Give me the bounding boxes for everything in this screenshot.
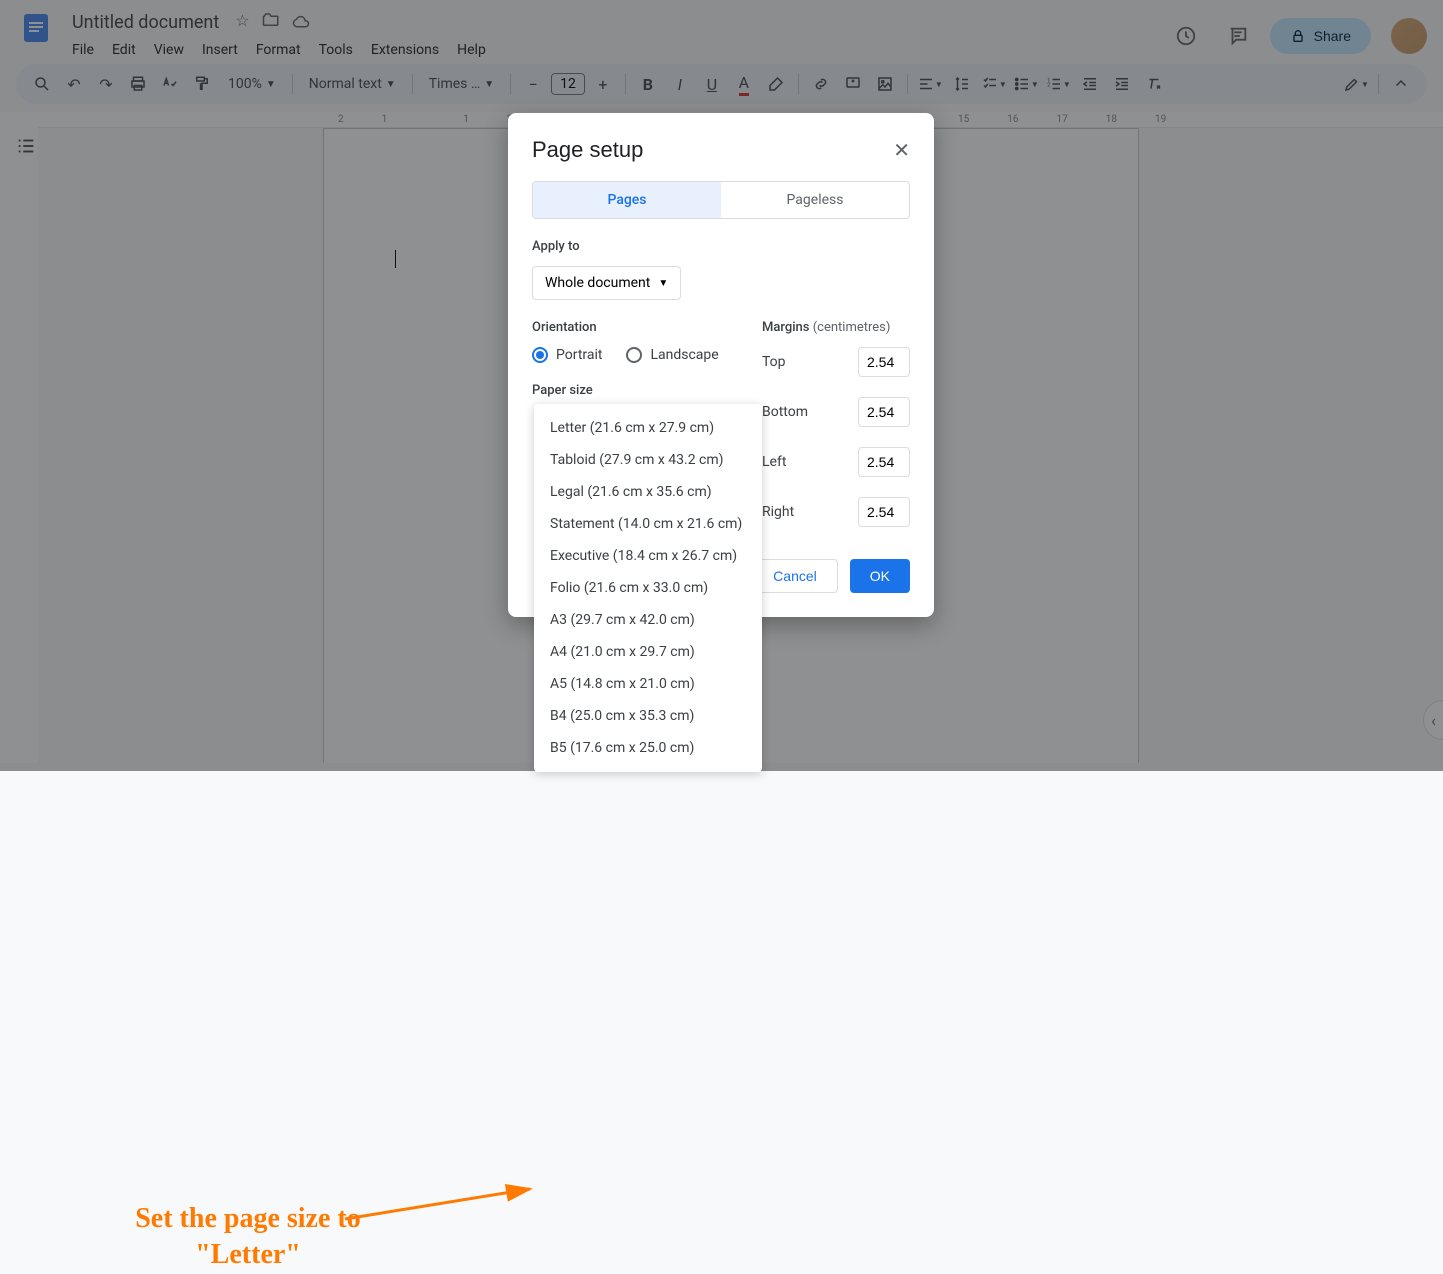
paper-size-dropdown: Letter (21.6 cm x 27.9 cm) Tabloid (27.9… [534, 404, 762, 772]
paper-size-option-executive[interactable]: Executive (18.4 cm x 26.7 cm) [534, 540, 762, 572]
margin-bottom-input[interactable] [858, 397, 910, 427]
paper-size-option-letter[interactable]: Letter (21.6 cm x 27.9 cm) [534, 412, 762, 444]
margin-right-label: Right [762, 504, 794, 520]
paper-size-option-folio[interactable]: Folio (21.6 cm x 33.0 cm) [534, 572, 762, 604]
paper-size-option-legal[interactable]: Legal (21.6 cm x 35.6 cm) [534, 476, 762, 508]
paper-size-option-a5[interactable]: A5 (14.8 cm x 21.0 cm) [534, 668, 762, 700]
margin-top-input[interactable] [858, 347, 910, 377]
dialog-tabs: Pages Pageless [532, 181, 910, 219]
orientation-label: Orientation [532, 320, 722, 335]
annotation-arrow-icon [340, 1181, 540, 1231]
radio-icon [532, 347, 548, 363]
margin-left-input[interactable] [858, 447, 910, 477]
paper-size-option-b4[interactable]: B4 (25.0 cm x 35.3 cm) [534, 700, 762, 732]
paper-size-label: Paper size [532, 383, 722, 398]
ok-button[interactable]: OK [850, 559, 910, 593]
paper-size-option-a4[interactable]: A4 (21.0 cm x 29.7 cm) [534, 636, 762, 668]
margin-bottom-label: Bottom [762, 404, 808, 420]
paper-size-option-statement[interactable]: Statement (14.0 cm x 21.6 cm) [534, 508, 762, 540]
apply-to-label: Apply to [532, 239, 910, 254]
radio-icon [626, 347, 642, 363]
tab-pageless[interactable]: Pageless [721, 182, 909, 218]
radio-portrait[interactable]: Portrait [532, 347, 602, 363]
cancel-button[interactable]: Cancel [752, 559, 838, 593]
chevron-down-icon: ▼ [658, 278, 668, 289]
dialog-title: Page setup [532, 137, 643, 163]
margins-label: Margins (centimetres) [762, 320, 910, 335]
paper-size-option-a3[interactable]: A3 (29.7 cm x 42.0 cm) [534, 604, 762, 636]
paper-size-option-b5[interactable]: B5 (17.6 cm x 25.0 cm) [534, 732, 762, 764]
tab-pages[interactable]: Pages [533, 182, 721, 218]
close-icon[interactable]: ✕ [893, 138, 910, 162]
paper-size-option-tabloid[interactable]: Tabloid (27.9 cm x 43.2 cm) [534, 444, 762, 476]
margin-top-label: Top [762, 354, 786, 370]
apply-to-select[interactable]: Whole document ▼ [532, 266, 681, 300]
margin-left-label: Left [762, 454, 786, 470]
margin-right-input[interactable] [858, 497, 910, 527]
radio-landscape[interactable]: Landscape [626, 347, 718, 363]
